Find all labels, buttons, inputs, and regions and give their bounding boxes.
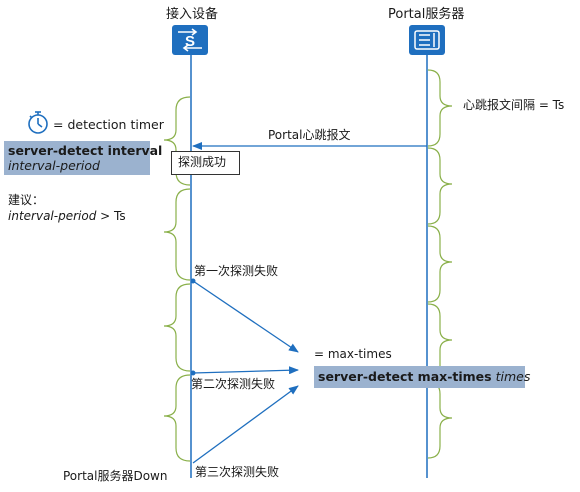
third-failure-arrow [192,385,299,464]
portal-server-title: Portal服务器 [388,7,465,22]
stopwatch-icon [28,111,48,134]
timer-legend: = detection timer [53,117,164,132]
heartbeat-braces [427,69,453,459]
first-failure-arrow [192,280,299,353]
second-failure-label: 第二次探测失败 [191,377,276,391]
heartbeat-message-label: Portal心跳报文 [268,128,351,142]
interval-command: server-detect interval [8,143,163,158]
heartbeat-interval-label: 心跳报文间隔 = Ts [463,98,565,112]
second-failure-arrow [192,366,299,375]
advice-rule: interval-period > Ts [8,209,126,224]
max-times-arg: times [495,369,531,384]
interval-argument: interval-period [8,158,100,173]
detect-success-label: 探测成功 [178,155,227,169]
first-failure-label: 第一次探测失败 [194,264,279,278]
third-failure-label: 第三次探测失败 [195,465,280,479]
access-device-title: 接入设备 [166,7,219,22]
max-times-legend: = max-times [314,347,392,361]
sequence-diagram: S [28,25,453,478]
advice-title: 建议： [8,193,45,207]
advice-rule-arg: interval-period [8,209,97,223]
max-times-command: server-detect max-times times [318,369,530,385]
advice-rule-rest: > Ts [96,209,126,223]
server-down-label: Portal服务器Down [63,469,168,483]
server-icon [409,25,445,55]
max-times-cmd: server-detect max-times [318,369,492,384]
switch-icon: S [172,25,208,55]
svg-text:S: S [185,33,195,50]
